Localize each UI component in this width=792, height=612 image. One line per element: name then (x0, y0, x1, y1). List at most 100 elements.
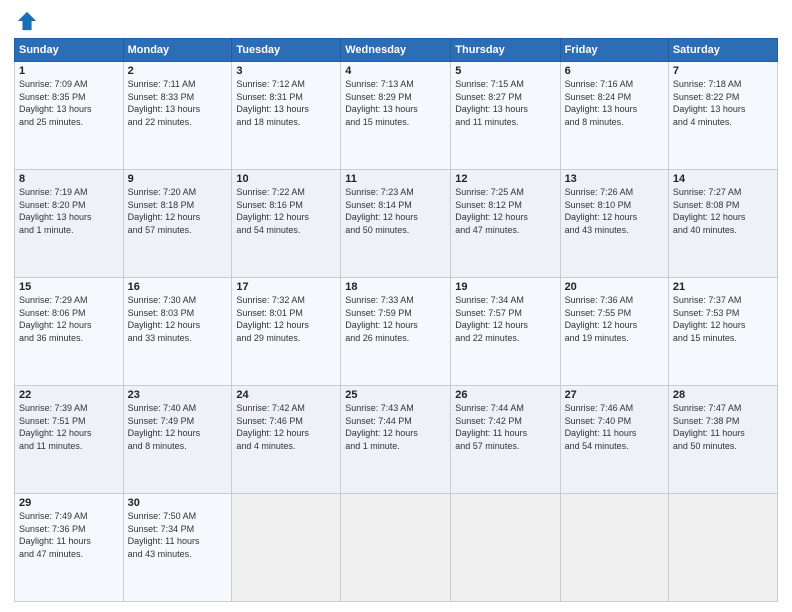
day-info: Sunrise: 7:23 AM Sunset: 8:14 PM Dayligh… (345, 186, 446, 236)
day-info: Sunrise: 7:27 AM Sunset: 8:08 PM Dayligh… (673, 186, 773, 236)
day-info: Sunrise: 7:36 AM Sunset: 7:55 PM Dayligh… (565, 294, 664, 344)
calendar-week-row-2: 8Sunrise: 7:19 AM Sunset: 8:20 PM Daylig… (15, 170, 778, 278)
day-number: 17 (236, 281, 336, 293)
header (14, 10, 778, 32)
calendar-cell: 29Sunrise: 7:49 AM Sunset: 7:36 PM Dayli… (15, 494, 124, 602)
day-number: 30 (128, 497, 228, 509)
calendar-cell: 4Sunrise: 7:13 AM Sunset: 8:29 PM Daylig… (341, 62, 451, 170)
calendar-cell (451, 494, 560, 602)
day-number: 2 (128, 65, 228, 77)
calendar-cell: 7Sunrise: 7:18 AM Sunset: 8:22 PM Daylig… (668, 62, 777, 170)
day-info: Sunrise: 7:32 AM Sunset: 8:01 PM Dayligh… (236, 294, 336, 344)
calendar-cell: 1Sunrise: 7:09 AM Sunset: 8:35 PM Daylig… (15, 62, 124, 170)
calendar-cell: 23Sunrise: 7:40 AM Sunset: 7:49 PM Dayli… (123, 386, 232, 494)
day-info: Sunrise: 7:37 AM Sunset: 7:53 PM Dayligh… (673, 294, 773, 344)
calendar-cell: 21Sunrise: 7:37 AM Sunset: 7:53 PM Dayli… (668, 278, 777, 386)
logo-icon (16, 10, 38, 32)
calendar-cell: 18Sunrise: 7:33 AM Sunset: 7:59 PM Dayli… (341, 278, 451, 386)
day-number: 4 (345, 65, 446, 77)
day-number: 14 (673, 173, 773, 185)
day-of-week-sunday: Sunday (15, 39, 124, 62)
day-number: 16 (128, 281, 228, 293)
day-info: Sunrise: 7:12 AM Sunset: 8:31 PM Dayligh… (236, 78, 336, 128)
day-number: 29 (19, 497, 119, 509)
day-number: 20 (565, 281, 664, 293)
calendar-cell: 24Sunrise: 7:42 AM Sunset: 7:46 PM Dayli… (232, 386, 341, 494)
day-number: 15 (19, 281, 119, 293)
calendar-week-row-3: 15Sunrise: 7:29 AM Sunset: 8:06 PM Dayli… (15, 278, 778, 386)
calendar-cell: 2Sunrise: 7:11 AM Sunset: 8:33 PM Daylig… (123, 62, 232, 170)
day-number: 1 (19, 65, 119, 77)
calendar-cell (341, 494, 451, 602)
day-of-week-tuesday: Tuesday (232, 39, 341, 62)
day-of-week-thursday: Thursday (451, 39, 560, 62)
day-number: 3 (236, 65, 336, 77)
page: SundayMondayTuesdayWednesdayThursdayFrid… (0, 0, 792, 612)
calendar-header-row: SundayMondayTuesdayWednesdayThursdayFrid… (15, 39, 778, 62)
calendar-cell: 19Sunrise: 7:34 AM Sunset: 7:57 PM Dayli… (451, 278, 560, 386)
day-info: Sunrise: 7:29 AM Sunset: 8:06 PM Dayligh… (19, 294, 119, 344)
day-info: Sunrise: 7:39 AM Sunset: 7:51 PM Dayligh… (19, 402, 119, 452)
day-info: Sunrise: 7:26 AM Sunset: 8:10 PM Dayligh… (565, 186, 664, 236)
calendar-cell: 11Sunrise: 7:23 AM Sunset: 8:14 PM Dayli… (341, 170, 451, 278)
day-of-week-friday: Friday (560, 39, 668, 62)
day-number: 12 (455, 173, 555, 185)
day-number: 8 (19, 173, 119, 185)
day-info: Sunrise: 7:09 AM Sunset: 8:35 PM Dayligh… (19, 78, 119, 128)
calendar-cell: 25Sunrise: 7:43 AM Sunset: 7:44 PM Dayli… (341, 386, 451, 494)
calendar-table: SundayMondayTuesdayWednesdayThursdayFrid… (14, 38, 778, 602)
day-number: 13 (565, 173, 664, 185)
calendar-cell: 14Sunrise: 7:27 AM Sunset: 8:08 PM Dayli… (668, 170, 777, 278)
calendar-cell: 6Sunrise: 7:16 AM Sunset: 8:24 PM Daylig… (560, 62, 668, 170)
day-number: 23 (128, 389, 228, 401)
day-number: 5 (455, 65, 555, 77)
day-info: Sunrise: 7:40 AM Sunset: 7:49 PM Dayligh… (128, 402, 228, 452)
day-of-week-saturday: Saturday (668, 39, 777, 62)
day-number: 27 (565, 389, 664, 401)
day-info: Sunrise: 7:42 AM Sunset: 7:46 PM Dayligh… (236, 402, 336, 452)
day-number: 26 (455, 389, 555, 401)
day-info: Sunrise: 7:25 AM Sunset: 8:12 PM Dayligh… (455, 186, 555, 236)
day-number: 11 (345, 173, 446, 185)
day-number: 24 (236, 389, 336, 401)
calendar-cell: 5Sunrise: 7:15 AM Sunset: 8:27 PM Daylig… (451, 62, 560, 170)
day-info: Sunrise: 7:18 AM Sunset: 8:22 PM Dayligh… (673, 78, 773, 128)
day-info: Sunrise: 7:49 AM Sunset: 7:36 PM Dayligh… (19, 510, 119, 560)
calendar-cell: 8Sunrise: 7:19 AM Sunset: 8:20 PM Daylig… (15, 170, 124, 278)
calendar-cell: 15Sunrise: 7:29 AM Sunset: 8:06 PM Dayli… (15, 278, 124, 386)
day-number: 10 (236, 173, 336, 185)
calendar-week-row-1: 1Sunrise: 7:09 AM Sunset: 8:35 PM Daylig… (15, 62, 778, 170)
calendar-cell: 12Sunrise: 7:25 AM Sunset: 8:12 PM Dayli… (451, 170, 560, 278)
day-number: 6 (565, 65, 664, 77)
day-info: Sunrise: 7:16 AM Sunset: 8:24 PM Dayligh… (565, 78, 664, 128)
calendar-cell (232, 494, 341, 602)
logo (14, 10, 42, 32)
calendar-cell: 9Sunrise: 7:20 AM Sunset: 8:18 PM Daylig… (123, 170, 232, 278)
day-info: Sunrise: 7:22 AM Sunset: 8:16 PM Dayligh… (236, 186, 336, 236)
day-number: 19 (455, 281, 555, 293)
day-info: Sunrise: 7:33 AM Sunset: 7:59 PM Dayligh… (345, 294, 446, 344)
calendar-cell (560, 494, 668, 602)
calendar-cell: 13Sunrise: 7:26 AM Sunset: 8:10 PM Dayli… (560, 170, 668, 278)
day-info: Sunrise: 7:20 AM Sunset: 8:18 PM Dayligh… (128, 186, 228, 236)
calendar-cell: 27Sunrise: 7:46 AM Sunset: 7:40 PM Dayli… (560, 386, 668, 494)
day-info: Sunrise: 7:13 AM Sunset: 8:29 PM Dayligh… (345, 78, 446, 128)
day-info: Sunrise: 7:15 AM Sunset: 8:27 PM Dayligh… (455, 78, 555, 128)
day-info: Sunrise: 7:47 AM Sunset: 7:38 PM Dayligh… (673, 402, 773, 452)
day-number: 21 (673, 281, 773, 293)
day-number: 25 (345, 389, 446, 401)
day-info: Sunrise: 7:50 AM Sunset: 7:34 PM Dayligh… (128, 510, 228, 560)
day-number: 7 (673, 65, 773, 77)
calendar-week-row-4: 22Sunrise: 7:39 AM Sunset: 7:51 PM Dayli… (15, 386, 778, 494)
calendar-cell: 3Sunrise: 7:12 AM Sunset: 8:31 PM Daylig… (232, 62, 341, 170)
day-info: Sunrise: 7:11 AM Sunset: 8:33 PM Dayligh… (128, 78, 228, 128)
day-info: Sunrise: 7:43 AM Sunset: 7:44 PM Dayligh… (345, 402, 446, 452)
calendar-cell: 16Sunrise: 7:30 AM Sunset: 8:03 PM Dayli… (123, 278, 232, 386)
calendar-cell: 28Sunrise: 7:47 AM Sunset: 7:38 PM Dayli… (668, 386, 777, 494)
day-info: Sunrise: 7:19 AM Sunset: 8:20 PM Dayligh… (19, 186, 119, 236)
calendar-cell: 20Sunrise: 7:36 AM Sunset: 7:55 PM Dayli… (560, 278, 668, 386)
day-info: Sunrise: 7:30 AM Sunset: 8:03 PM Dayligh… (128, 294, 228, 344)
day-info: Sunrise: 7:44 AM Sunset: 7:42 PM Dayligh… (455, 402, 555, 452)
calendar-cell: 30Sunrise: 7:50 AM Sunset: 7:34 PM Dayli… (123, 494, 232, 602)
day-number: 22 (19, 389, 119, 401)
